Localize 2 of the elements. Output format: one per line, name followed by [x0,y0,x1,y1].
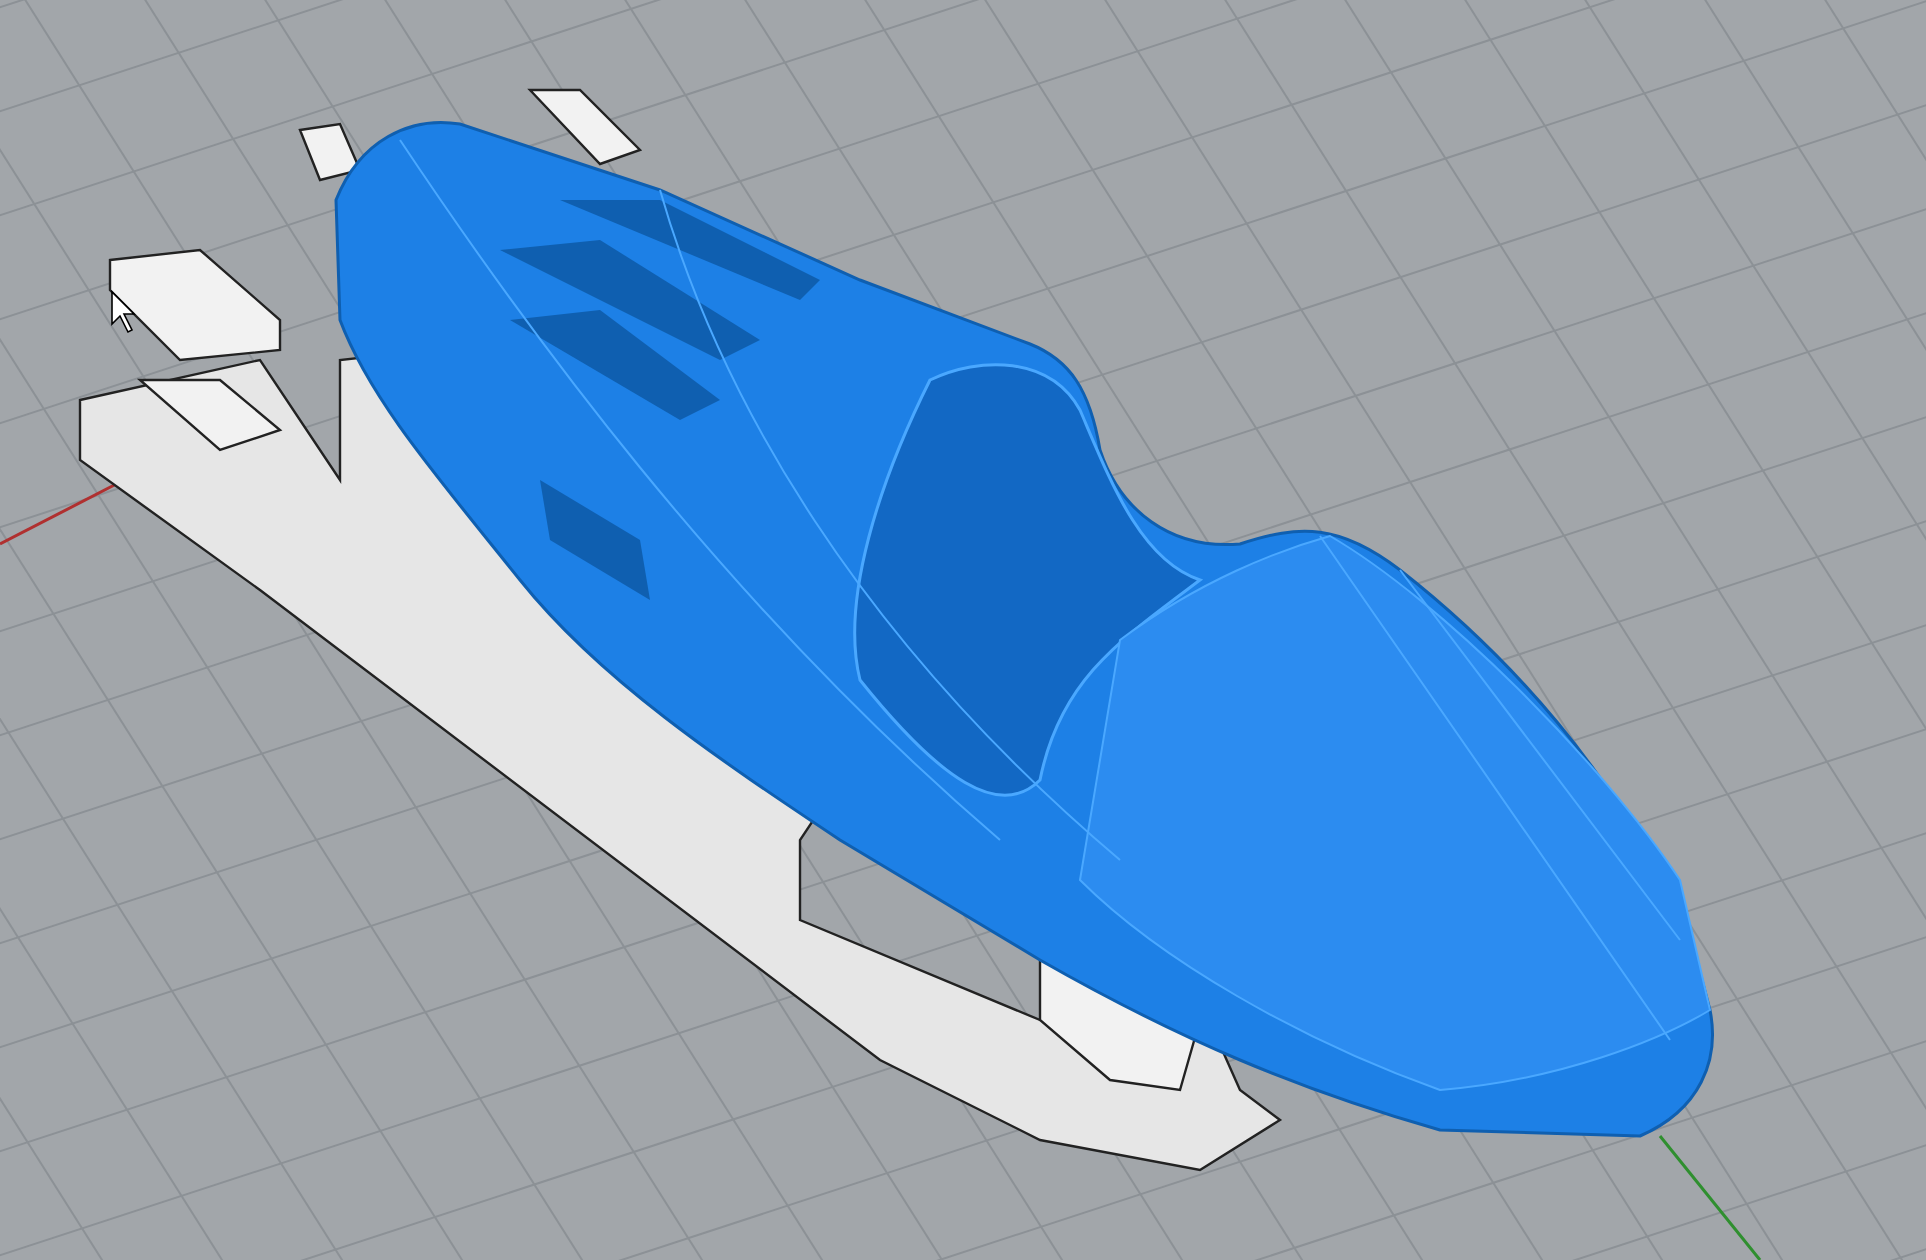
y-axis-line [1658,1135,1762,1260]
cursor-icon [111,290,136,334]
